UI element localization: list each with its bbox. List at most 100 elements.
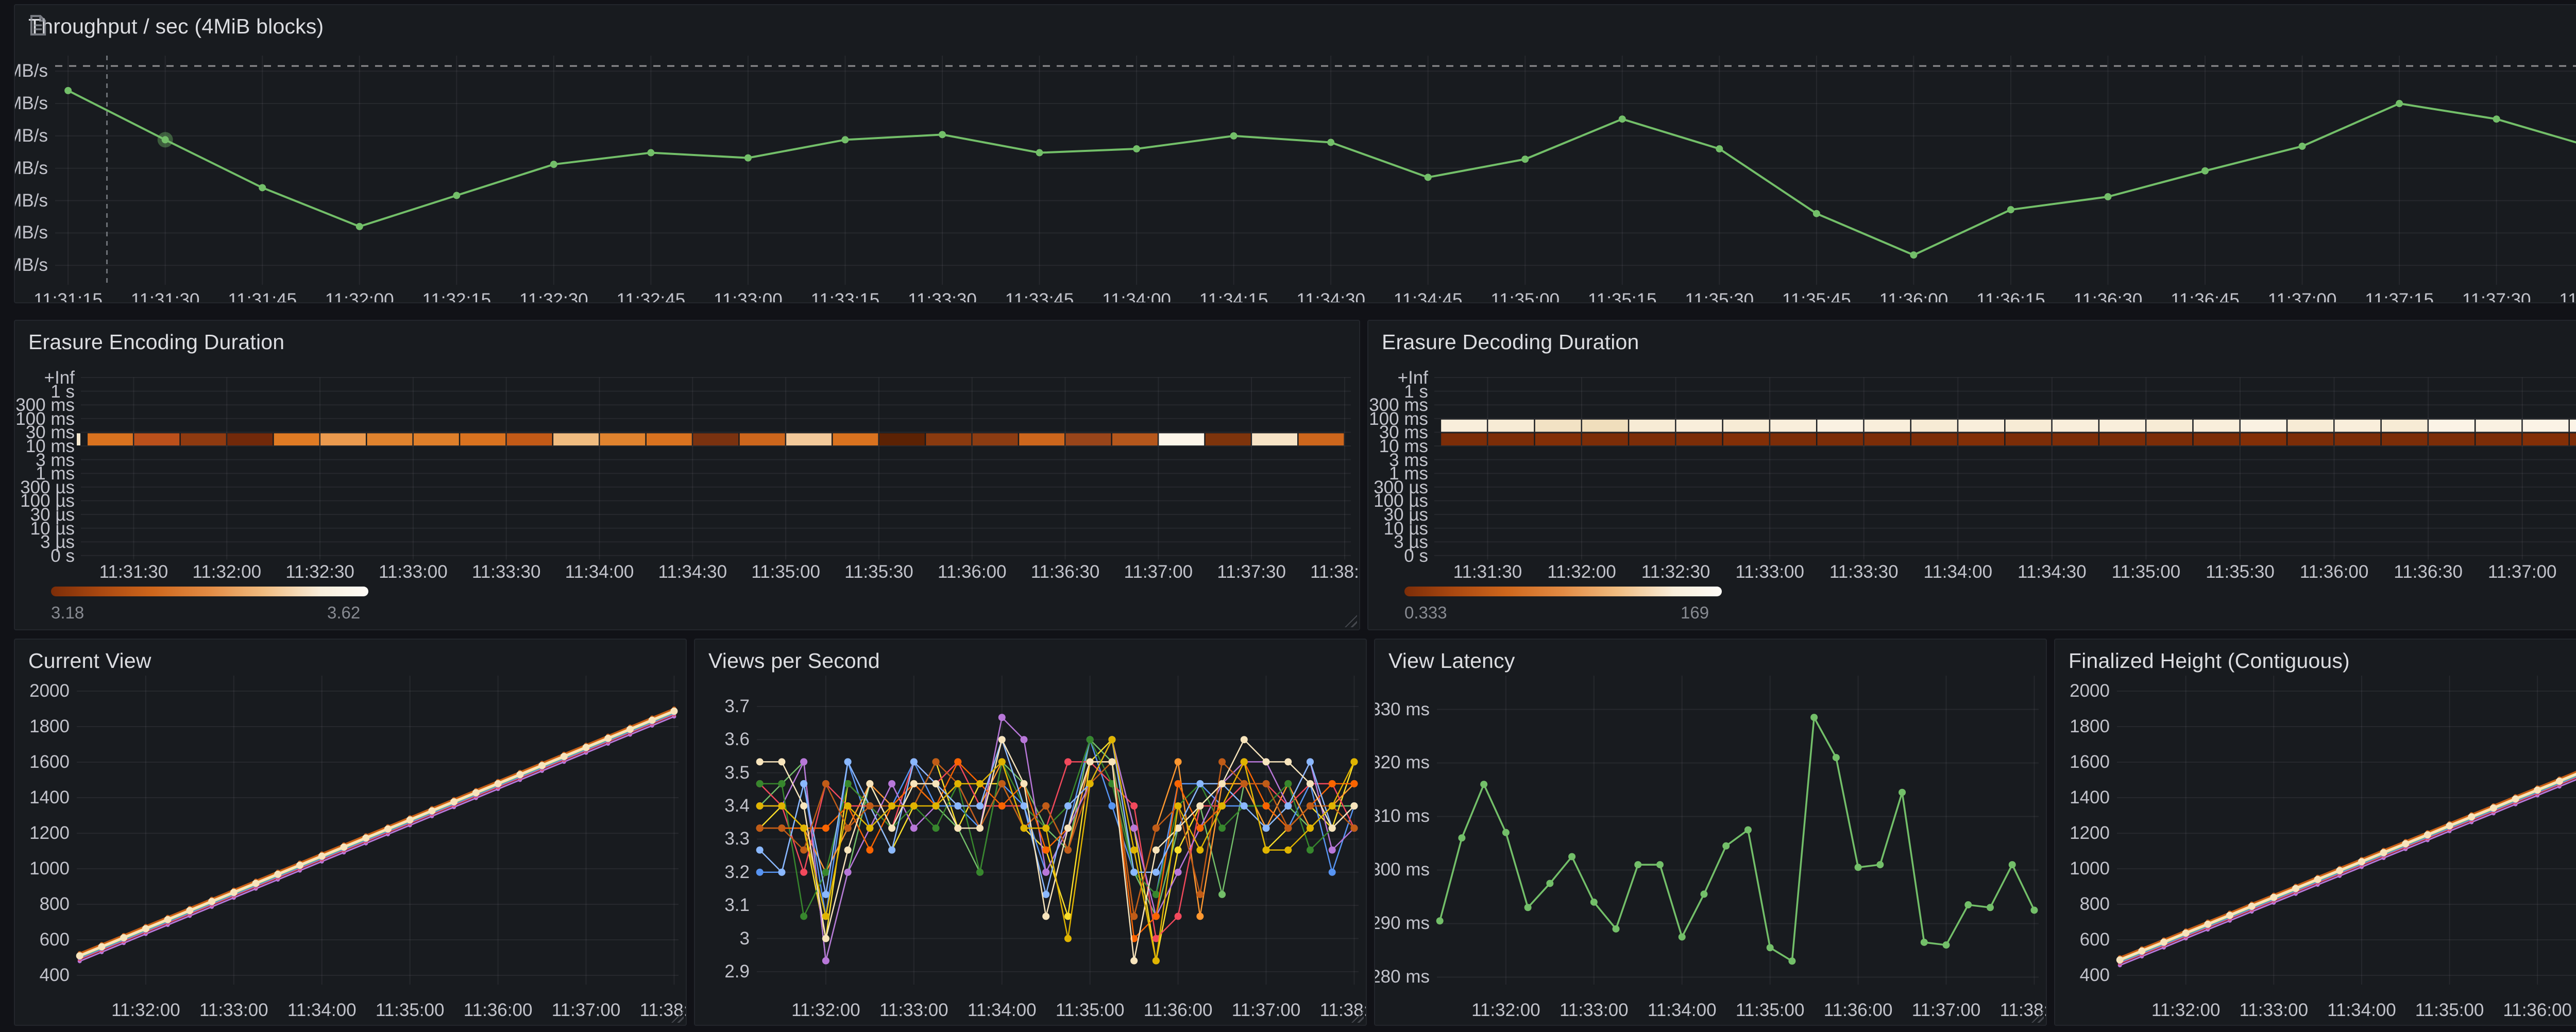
data-point bbox=[976, 780, 984, 787]
heatmap-cell[interactable] bbox=[2476, 420, 2521, 432]
heatmap-cell[interactable] bbox=[2099, 420, 2145, 432]
panel-header[interactable]: Views per Second bbox=[708, 649, 880, 673]
heatmap-cell[interactable] bbox=[1676, 433, 1722, 445]
heatmap-cell[interactable] bbox=[1865, 433, 1910, 445]
heatmap-cell[interactable] bbox=[1159, 433, 1204, 445]
throughput-chart[interactable]: 13.3 MB/s13.5 MB/s13.8 MB/s14 MB/s14.3 M… bbox=[15, 5, 2576, 302]
heatmap-cell[interactable] bbox=[1441, 433, 1487, 445]
heatmap-cell[interactable] bbox=[414, 433, 459, 445]
heatmap-cell[interactable] bbox=[1488, 433, 1534, 445]
encoding-heatmap[interactable]: +Inf1 s300 ms100 ms30 ms10 ms3 ms1 ms300… bbox=[15, 321, 1359, 629]
heatmap-cell[interactable] bbox=[2194, 420, 2240, 432]
heatmap-cell[interactable] bbox=[1911, 420, 1957, 432]
heatmap-cell[interactable] bbox=[2476, 433, 2521, 445]
views-per-second-chart[interactable]: 2.933.13.23.33.43.53.63.711:32:0011:33:0… bbox=[695, 640, 1366, 1025]
data-point bbox=[142, 925, 149, 932]
heatmap-cell[interactable] bbox=[1676, 420, 1722, 432]
heatmap-cell[interactable] bbox=[1488, 420, 1534, 432]
heatmap-cell[interactable] bbox=[367, 433, 412, 445]
heatmap-cell[interactable] bbox=[1252, 433, 1297, 445]
heatmap-cell[interactable] bbox=[1066, 433, 1111, 445]
heatmap-cell[interactable] bbox=[2382, 433, 2428, 445]
heatmap-cell[interactable] bbox=[553, 433, 599, 445]
heatmap-cell[interactable] bbox=[1770, 433, 1816, 445]
heatmap-cell[interactable] bbox=[740, 433, 785, 445]
heatmap-cell[interactable] bbox=[320, 433, 366, 445]
heatmap-cell[interactable] bbox=[2241, 420, 2286, 432]
heatmap-cell[interactable] bbox=[1582, 433, 1628, 445]
heatmap-cell[interactable] bbox=[2429, 420, 2475, 432]
heatmap-cell[interactable] bbox=[833, 433, 878, 445]
heatmap-cell[interactable] bbox=[1865, 420, 1910, 432]
heatmap-cell[interactable] bbox=[1911, 433, 1957, 445]
heatmap-cell[interactable] bbox=[1206, 433, 1251, 445]
heatmap-cell[interactable] bbox=[2146, 420, 2192, 432]
heatmap-cell[interactable] bbox=[2382, 420, 2428, 432]
x-tick-label: 11:36:00 bbox=[2288, 562, 2381, 582]
data-point bbox=[2358, 858, 2365, 865]
panel-header[interactable]: View Latency bbox=[1388, 649, 1515, 673]
heatmap-cell[interactable] bbox=[1535, 433, 1581, 445]
heatmap-cell[interactable] bbox=[1629, 433, 1675, 445]
heatmap-cell[interactable] bbox=[1817, 433, 1863, 445]
heatmap-cell[interactable] bbox=[786, 433, 832, 445]
heatmap-cell[interactable] bbox=[2429, 433, 2475, 445]
panel-header[interactable]: Finalized Height (Contiguous) bbox=[2069, 649, 2350, 673]
heatmap-cell[interactable] bbox=[507, 433, 552, 445]
heatmap-cell[interactable] bbox=[2006, 433, 2052, 445]
heatmap-cell[interactable] bbox=[181, 433, 226, 445]
heatmap-cell[interactable] bbox=[1629, 420, 1675, 432]
heatmap-cell[interactable] bbox=[2099, 433, 2145, 445]
decoding-heatmap[interactable]: +Inf1 s300 ms100 ms30 ms10 ms3 ms1 ms300… bbox=[1368, 321, 2576, 629]
heatmap-cell[interactable] bbox=[600, 433, 645, 445]
heatmap-cell[interactable] bbox=[1582, 420, 1628, 432]
heatmap-cell[interactable] bbox=[926, 433, 971, 445]
heatmap-cell[interactable] bbox=[88, 433, 133, 445]
heatmap-cell[interactable] bbox=[647, 433, 692, 445]
heatmap-cell[interactable] bbox=[693, 433, 738, 445]
panel-header[interactable]: Erasure Encoding Duration bbox=[28, 330, 284, 354]
heatmap-cell[interactable] bbox=[1535, 420, 1581, 432]
heatmap-cell[interactable] bbox=[2053, 420, 2098, 432]
finalized-height-chart[interactable]: 40060080010001200140016001800200011:32:0… bbox=[2055, 640, 2576, 1025]
data-point bbox=[1327, 139, 1334, 146]
heatmap-cell[interactable] bbox=[274, 433, 319, 445]
heatmap-cell[interactable] bbox=[2194, 433, 2240, 445]
heatmap-cell[interactable] bbox=[2006, 420, 2052, 432]
data-point bbox=[2446, 822, 2453, 830]
heatmap-cell[interactable] bbox=[1770, 420, 1816, 432]
heatmap-cell[interactable] bbox=[134, 433, 179, 445]
heatmap-cell[interactable] bbox=[2287, 433, 2333, 445]
heatmap-cell[interactable] bbox=[1723, 420, 1769, 432]
heatmap-cell[interactable] bbox=[2523, 433, 2569, 445]
heatmap-cell[interactable] bbox=[460, 433, 505, 445]
heatmap-cell[interactable] bbox=[2146, 433, 2192, 445]
heatmap-cell[interactable] bbox=[2335, 433, 2381, 445]
heatmap-cell[interactable] bbox=[1817, 420, 1863, 432]
heatmap-cell[interactable] bbox=[2287, 420, 2333, 432]
heatmap-cell[interactable] bbox=[1299, 433, 1344, 445]
data-point bbox=[800, 780, 807, 787]
data-point bbox=[2512, 795, 2519, 802]
heatmap-cell[interactable] bbox=[2335, 420, 2381, 432]
panel-header[interactable]: Current View bbox=[28, 649, 151, 673]
heatmap-cell[interactable] bbox=[2570, 420, 2576, 432]
heatmap-cell[interactable] bbox=[1723, 433, 1769, 445]
heatmap-cell[interactable] bbox=[1019, 433, 1064, 445]
heatmap-cell[interactable] bbox=[2241, 433, 2286, 445]
heatmap-cell[interactable] bbox=[973, 433, 1018, 445]
heatmap-cell[interactable] bbox=[2053, 433, 2098, 445]
view-latency-chart[interactable]: 280 ms290 ms300 ms310 ms320 ms330 ms11:3… bbox=[1375, 640, 2046, 1025]
data-point bbox=[1218, 758, 1226, 765]
current-view-chart[interactable]: 40060080010001200140016001800200011:32:0… bbox=[15, 640, 686, 1025]
heatmap-cell[interactable] bbox=[879, 433, 925, 445]
heatmap-cell[interactable] bbox=[1441, 420, 1487, 432]
panel-header[interactable]: Erasure Decoding Duration bbox=[1382, 330, 1639, 354]
heatmap-cell[interactable] bbox=[1958, 433, 2004, 445]
heatmap-cell[interactable] bbox=[1958, 420, 2004, 432]
panel-header[interactable]: Throughput / sec (4MiB blocks) bbox=[28, 14, 339, 39]
heatmap-cell[interactable] bbox=[2570, 433, 2576, 445]
heatmap-cell[interactable] bbox=[2523, 420, 2569, 432]
heatmap-cell[interactable] bbox=[227, 433, 273, 445]
heatmap-cell[interactable] bbox=[1112, 433, 1158, 445]
